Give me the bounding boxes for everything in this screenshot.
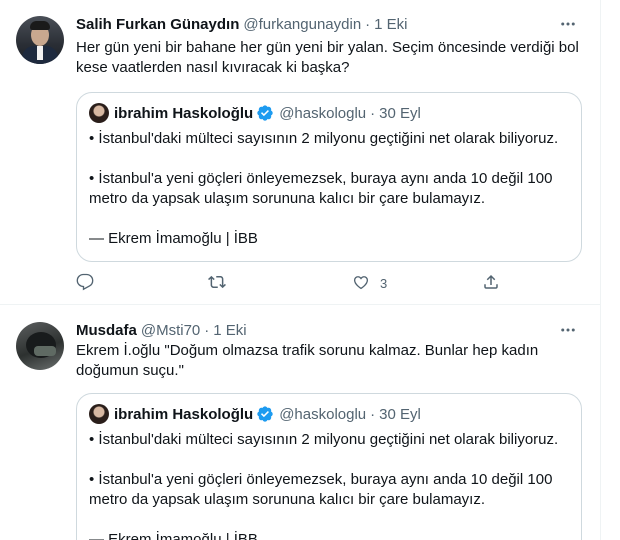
quoted-tweet-text: • İstanbul'daki mülteci sayısının 2 mily… <box>89 129 569 249</box>
quoted-author-handle: @haskologlu <box>279 104 367 122</box>
share-icon <box>482 273 500 294</box>
quoted-line: • İstanbul'daki mülteci sayısının 2 mily… <box>89 130 559 147</box>
like-count: 3 <box>380 275 388 291</box>
quoted-author-name: ibrahim Haskoloğlu <box>114 405 254 423</box>
separator-dot: · <box>370 104 376 122</box>
avatar-visor <box>34 346 56 356</box>
author-name[interactable]: Salih Furkan Günaydın <box>76 16 239 33</box>
quoted-tweet[interactable]: ibrahim Haskoloğlu @haskologlu · 30 Eyl … <box>76 92 582 262</box>
tweet-text: Her gün yeni bir bahane her gün yeni bir… <box>76 39 579 76</box>
tweet[interactable]: Salih Furkan Günaydın @furkangunaydin · … <box>0 0 600 305</box>
author-handle[interactable]: @Msti70 <box>141 322 200 339</box>
quoted-author-name: ibrahim Haskoloğlu <box>114 104 254 122</box>
retweet-icon <box>208 273 226 294</box>
reply-button[interactable] <box>76 273 94 293</box>
more-icon[interactable] <box>558 14 578 34</box>
verified-badge-icon <box>256 104 274 122</box>
quoted-tweet-header: ibrahim Haskoloğlu @haskologlu · 30 Eyl <box>89 103 421 123</box>
tweet-date[interactable]: 1 Eki <box>213 322 246 339</box>
tweet-header: Salih Furkan Günaydın @furkangunaydin · … <box>76 14 408 34</box>
tweet-date[interactable]: 1 Eki <box>374 16 407 33</box>
quoted-tweet[interactable]: ibrahim Haskoloğlu @haskologlu · 30 Eyl … <box>76 393 582 540</box>
tweet-header: Musdafa @Msti70 · 1 Eki <box>76 320 247 340</box>
timeline-border <box>600 0 601 540</box>
tweet-actions: 3 <box>76 273 506 293</box>
quoted-line: — Ekrem İmamoğlu | İBB <box>89 230 258 247</box>
quoted-line: • İstanbul'a yeni göçleri önleyemezsek, … <box>89 471 553 508</box>
quoted-avatar <box>89 404 109 424</box>
more-icon[interactable] <box>558 320 578 340</box>
quoted-tweet-date: 30 Eyl <box>379 405 421 423</box>
avatar-shirt <box>37 46 43 60</box>
quoted-line: • İstanbul'daki mülteci sayısının 2 mily… <box>89 431 559 448</box>
avatar[interactable] <box>16 16 64 64</box>
retweet-button[interactable] <box>208 273 226 293</box>
quoted-tweet-text: • İstanbul'daki mülteci sayısının 2 mily… <box>89 430 569 540</box>
verified-badge-icon <box>256 405 274 423</box>
author-name[interactable]: Musdafa <box>76 322 137 339</box>
quoted-avatar <box>89 103 109 123</box>
separator-dot: · <box>204 321 210 339</box>
separator-dot: · <box>365 15 371 33</box>
quoted-author-handle: @haskologlu <box>279 405 367 423</box>
avatar-hair <box>30 21 50 30</box>
share-button[interactable] <box>482 273 500 293</box>
quoted-line: • İstanbul'a yeni göçleri önleyemezsek, … <box>89 170 553 207</box>
quoted-tweet-date: 30 Eyl <box>379 104 421 122</box>
reply-icon <box>76 273 94 294</box>
like-button[interactable]: 3 <box>342 273 387 293</box>
heart-icon <box>352 273 370 294</box>
author-handle[interactable]: @furkangunaydin <box>243 16 361 33</box>
quoted-line: — Ekrem İmamoğlu | İBB <box>89 531 258 540</box>
tweet[interactable]: Musdafa @Msti70 · 1 Eki Ekrem İ.oğlu "Do… <box>0 306 600 540</box>
tweet-text: Ekrem İ.oğlu "Doğum olmazsa trafik sorun… <box>76 342 539 379</box>
avatar[interactable] <box>16 322 64 370</box>
quoted-tweet-header: ibrahim Haskoloğlu @haskologlu · 30 Eyl <box>89 404 421 424</box>
separator-dot: · <box>370 405 376 423</box>
